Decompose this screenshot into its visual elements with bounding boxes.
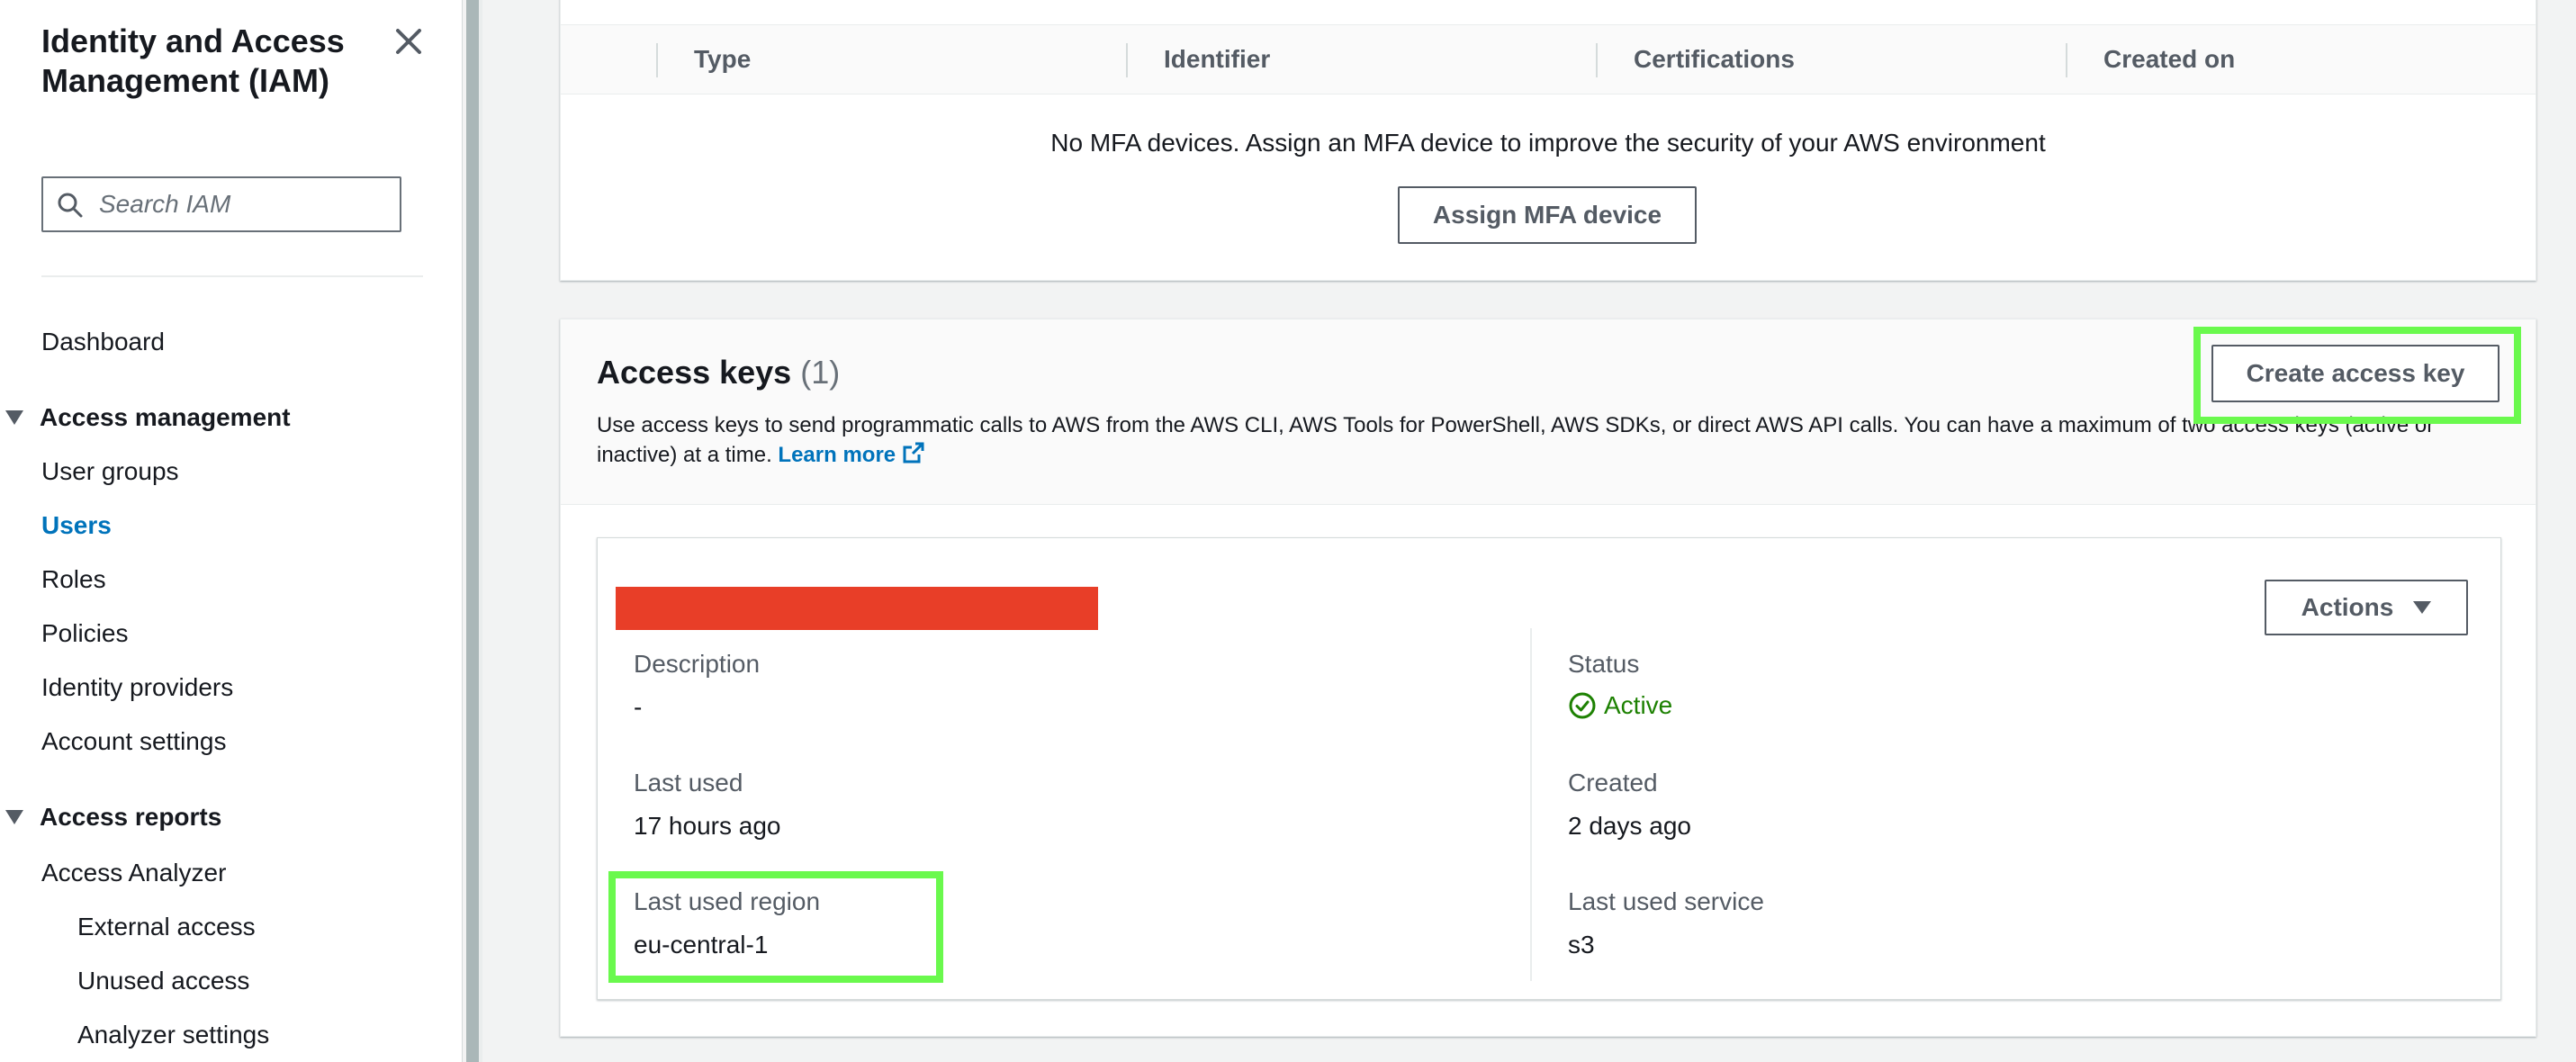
access-keys-title: Access keys (1) [597, 354, 840, 392]
access-keys-panel: Access keys (1) Use access keys to send … [560, 319, 2536, 1037]
column-separator[interactable] [1596, 43, 1598, 77]
status-value: Active [1604, 691, 1673, 719]
search-box [41, 176, 401, 232]
last-used-value: 17 hours ago [634, 812, 781, 840]
highlight-box [608, 871, 943, 983]
created-value: 2 days ago [1568, 812, 1691, 840]
redacted-access-key-id [616, 587, 1098, 630]
search-icon [58, 193, 83, 218]
mfa-table-header: Type Identifier Certifications Created o… [561, 24, 2535, 94]
column-separator[interactable] [2066, 43, 2067, 77]
access-keys-header: Access keys (1) Use access keys to send … [561, 320, 2535, 505]
status-badge: Active [1568, 691, 1672, 720]
description-value: - [634, 693, 643, 721]
access-keys-title-text: Access keys [597, 354, 792, 391]
column-separator[interactable] [656, 43, 658, 77]
sidebar-item-external-access[interactable]: External access [77, 913, 256, 941]
status-label: Status [1568, 650, 1640, 678]
actions-label: Actions [2301, 593, 2394, 621]
highlight-box [2193, 327, 2521, 424]
close-icon [396, 29, 421, 54]
access-keys-description: Use access keys to send programmatic cal… [597, 411, 2451, 470]
search-input[interactable] [99, 185, 387, 223]
caret-down-icon[interactable] [5, 410, 23, 425]
last-used-service-label: Last used service [1568, 887, 1764, 915]
sidebar-section-access-reports[interactable]: Access reports [40, 803, 221, 832]
sidebar-item-roles[interactable]: Roles [41, 565, 106, 594]
sidebar-item-analyzer-settings[interactable]: Analyzer settings [77, 1021, 269, 1049]
learn-more-text: Learn more [778, 443, 896, 467]
column-separator[interactable] [1126, 43, 1128, 77]
caret-down-icon [2413, 601, 2432, 614]
last-used-service-value: s3 [1568, 931, 1595, 958]
last-used-label: Last used [634, 769, 743, 796]
sidebar-title: Identity and Access Management (IAM) [41, 22, 345, 99]
sidebar-navigation: Identity and Access Management (IAM) Das… [0, 0, 463, 1062]
sidebar-divider [41, 275, 423, 277]
column-header-identifier[interactable]: Identifier [1164, 45, 1270, 74]
description-label: Description [634, 650, 761, 678]
access-key-card: Actions Description - Status Active Last… [597, 537, 2501, 1000]
external-link-icon [903, 442, 924, 464]
column-header-type[interactable]: Type [694, 45, 751, 74]
sidebar-item-user-groups[interactable]: User groups [41, 457, 179, 486]
learn-more-link[interactable]: Learn more [778, 442, 926, 467]
assign-mfa-device-button[interactable]: Assign MFA device [1398, 186, 1697, 244]
sidebar-item-dashboard[interactable]: Dashboard [41, 328, 165, 356]
column-header-created-on[interactable]: Created on [2103, 45, 2235, 74]
sidebar-item-identity-providers[interactable]: Identity providers [41, 673, 233, 702]
sidebar-item-unused-access[interactable]: Unused access [77, 967, 249, 995]
mfa-empty-message: No MFA devices. Assign an MFA device to … [1050, 129, 2046, 157]
sidebar-item-access-analyzer[interactable]: Access Analyzer [41, 859, 226, 887]
access-keys-count: (1) [800, 354, 841, 391]
created-label: Created [1568, 769, 1658, 796]
sidebar-item-policies[interactable]: Policies [41, 619, 128, 648]
check-circle-icon [1569, 692, 1596, 719]
caret-down-icon[interactable] [5, 810, 23, 824]
sidebar-section-access-management[interactable]: Access management [40, 403, 291, 432]
close-sidebar-button[interactable] [391, 23, 427, 59]
sidebar-item-users[interactable]: Users [41, 511, 112, 540]
sidebar-item-account-settings[interactable]: Account settings [41, 727, 226, 756]
card-column-divider [1530, 628, 1532, 981]
column-header-certifications[interactable]: Certifications [1634, 45, 1795, 74]
sidebar-resize-handle[interactable] [466, 0, 479, 1062]
actions-dropdown-button[interactable]: Actions [2265, 580, 2468, 635]
mfa-devices-panel: Type Identifier Certifications Created o… [560, 0, 2536, 281]
resize-edge [479, 0, 482, 1062]
